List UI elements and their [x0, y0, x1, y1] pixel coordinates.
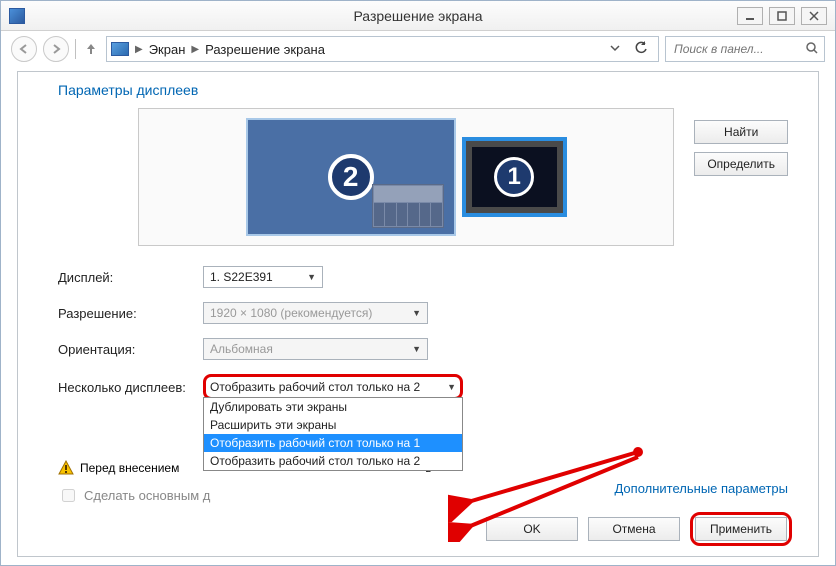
search-icon[interactable] — [806, 42, 818, 57]
close-icon — [809, 11, 819, 21]
chevron-down-icon — [610, 43, 620, 53]
apply-highlight: Применить — [690, 512, 792, 546]
multi-option-extend[interactable]: Расширить эти экраны — [204, 416, 462, 434]
monitor-preview[interactable]: 2 1 — [138, 108, 674, 246]
address-dropdown-button[interactable] — [606, 42, 624, 56]
monitor-2-number: 2 — [328, 154, 374, 200]
multi-display-options: Дублировать эти экраны Расширить эти экр… — [203, 397, 463, 471]
chevron-right-icon: ▶ — [135, 44, 143, 55]
refresh-button[interactable] — [628, 41, 654, 58]
monitor-1-screen: 1 — [466, 141, 563, 213]
display-label: Дисплей: — [58, 270, 203, 285]
monitor-1[interactable]: 1 — [462, 137, 567, 217]
app-icon — [9, 8, 25, 24]
chevron-down-icon: ▼ — [307, 272, 316, 282]
cancel-button[interactable]: Отмена — [588, 517, 680, 541]
window-controls — [737, 7, 827, 25]
display-panel-icon — [111, 42, 129, 56]
minimize-button[interactable] — [737, 7, 763, 25]
breadcrumb-root[interactable]: Экран — [149, 42, 186, 57]
content-panel: Параметры дисплеев 2 — [17, 71, 819, 557]
resolution-label: Разрешение: — [58, 306, 203, 321]
arrow-right-icon — [50, 43, 62, 55]
preview-buttons: Найти Определить — [694, 120, 788, 176]
window-root: Разрешение экрана ▶ Экран — [0, 0, 836, 566]
page-heading: Параметры дисплеев — [58, 82, 788, 98]
orientation-label: Ориентация: — [58, 342, 203, 357]
chevron-down-icon: ▼ — [412, 344, 421, 354]
ok-button[interactable]: OK — [486, 517, 578, 541]
preview-row: 2 1 Найти — [58, 108, 788, 246]
orientation-row: Ориентация: Альбомная ▼ — [58, 338, 788, 360]
arrow-left-icon — [18, 43, 30, 55]
multi-display-label: Несколько дисплеев: — [58, 380, 203, 395]
navbar: ▶ Экран ▶ Разрешение экрана — [1, 31, 835, 67]
multi-display-value: Отобразить рабочий стол только на 2 — [210, 380, 420, 394]
warning-text-prefix: Перед внесением — [80, 461, 179, 475]
orientation-dropdown[interactable]: Альбомная ▼ — [203, 338, 428, 360]
window-title: Разрешение экрана — [1, 8, 835, 24]
chevron-down-icon: ▼ — [447, 382, 456, 392]
nav-back-button[interactable] — [11, 36, 37, 62]
maximize-button[interactable] — [769, 7, 795, 25]
orientation-value: Альбомная — [210, 342, 273, 356]
resolution-dropdown[interactable]: 1920 × 1080 (рекомендуется) ▼ — [203, 302, 428, 324]
form-area: Дисплей: 1. S22E391 ▼ Разрешение: 1920 ×… — [58, 266, 788, 505]
minimize-icon — [745, 11, 755, 21]
calendar-flyout-icon — [372, 184, 444, 228]
monitor-2[interactable]: 2 — [246, 118, 456, 236]
advanced-settings-link[interactable]: Дополнительные параметры — [614, 481, 788, 496]
display-dropdown[interactable]: 1. S22E391 ▼ — [203, 266, 323, 288]
monitor-1-number: 1 — [494, 157, 534, 197]
nav-forward-button[interactable] — [43, 36, 69, 62]
content-wrap: Параметры дисплеев 2 — [1, 67, 835, 565]
close-button[interactable] — [801, 7, 827, 25]
apply-button[interactable]: Применить — [695, 517, 787, 541]
identify-button[interactable]: Определить — [694, 152, 788, 176]
chevron-right-icon: ▶ — [191, 44, 199, 55]
footer-buttons: OK Отмена Применить — [486, 512, 792, 546]
make-primary-checkbox[interactable] — [62, 489, 75, 502]
chevron-down-icon: ▼ — [412, 308, 421, 318]
display-row: Дисплей: 1. S22E391 ▼ — [58, 266, 788, 288]
resolution-row: Разрешение: 1920 × 1080 (рекомендуется) … — [58, 302, 788, 324]
maximize-icon — [777, 11, 787, 21]
multi-option-show-only-1[interactable]: Отобразить рабочий стол только на 1 — [204, 434, 462, 452]
titlebar: Разрешение экрана — [1, 1, 835, 31]
resolution-value: 1920 × 1080 (рекомендуется) — [210, 306, 372, 320]
search-input[interactable] — [672, 41, 802, 57]
search-box[interactable] — [665, 36, 825, 62]
multi-option-duplicate[interactable]: Дублировать эти экраны — [204, 398, 462, 416]
arrow-up-icon — [85, 42, 97, 56]
multi-display-row: Несколько дисплеев: Отобразить рабочий с… — [58, 374, 788, 400]
display-value: 1. S22E391 — [210, 270, 273, 284]
breadcrumb-current[interactable]: Разрешение экрана — [205, 42, 325, 57]
multi-display-dropdown[interactable]: Отобразить рабочий стол только на 2 ▼ Ду… — [203, 374, 463, 400]
address-bar[interactable]: ▶ Экран ▶ Разрешение экрана — [106, 36, 659, 62]
find-button[interactable]: Найти — [694, 120, 788, 144]
refresh-icon — [634, 41, 648, 55]
multi-option-show-only-2[interactable]: Отобразить рабочий стол только на 2 — [204, 452, 462, 470]
nav-up-button[interactable] — [82, 36, 100, 62]
nav-separator — [75, 39, 76, 59]
warning-icon — [58, 460, 74, 476]
make-primary-label: Сделать основным д — [84, 488, 210, 503]
